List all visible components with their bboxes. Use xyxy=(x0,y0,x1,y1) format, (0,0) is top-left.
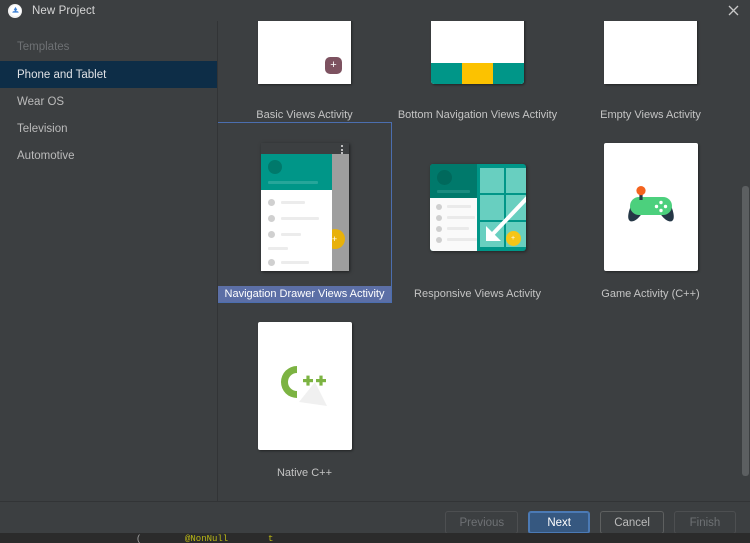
template-tile-label: Bottom Navigation Views Activity xyxy=(397,109,558,121)
bottom-navigation-thumbnail-art xyxy=(431,21,524,84)
template-row: Native C++ xyxy=(218,302,750,481)
template-tile-basic-views-activity[interactable]: + Basic Views Activity xyxy=(218,21,391,123)
template-grid-pane: + Basic Views Activity Bottom Navigation… xyxy=(218,21,750,501)
list-item xyxy=(435,225,477,232)
avatar xyxy=(436,169,452,185)
template-thumbnail: + xyxy=(257,137,353,277)
list-item xyxy=(267,259,332,266)
native-cpp-thumbnail-art xyxy=(257,322,352,450)
overflow-menu-icon xyxy=(340,145,343,154)
avatar xyxy=(267,160,282,174)
code-fragment: t xyxy=(268,534,274,543)
close-icon[interactable] xyxy=(716,0,750,21)
template-tile-label: Empty Views Activity xyxy=(600,109,701,121)
list-item xyxy=(267,231,332,238)
list-item xyxy=(435,203,477,210)
drawer-list xyxy=(429,197,477,251)
templates-sidebar: Templates Phone and Tablet Wear OS Telev… xyxy=(0,21,218,501)
drawer-header xyxy=(260,154,332,190)
sidebar-item-automotive[interactable]: Automotive xyxy=(0,142,217,169)
template-tile-label: Game Activity (C++) xyxy=(601,288,700,300)
template-tile-native-cpp[interactable]: Native C++ xyxy=(218,302,391,481)
sidebar-item-label: Wear OS xyxy=(17,95,65,108)
status-bar xyxy=(260,143,349,154)
template-thumbnail: + xyxy=(429,137,526,277)
template-row: + Basic Views Activity Bottom Navigation… xyxy=(218,21,750,123)
sidebar-item-television[interactable]: Television xyxy=(0,115,217,142)
template-thumbnail: + xyxy=(257,21,353,98)
vertical-scrollbar[interactable] xyxy=(741,21,750,501)
fab-icon: + xyxy=(325,56,342,74)
drawer-header-line xyxy=(267,181,318,184)
list-item xyxy=(435,236,477,243)
game-activity-thumbnail-art xyxy=(603,143,698,271)
template-tile-label: Native C++ xyxy=(276,467,333,479)
template-tile-label: Responsive Views Activity xyxy=(414,288,541,300)
sidebar-item-label: Templates xyxy=(17,41,70,53)
fab-glyph: + xyxy=(510,234,516,242)
list-divider xyxy=(267,247,288,250)
dialog-title-bar: New Project xyxy=(0,0,750,21)
scrollbar-thumb[interactable] xyxy=(742,186,749,476)
template-tile-bottom-navigation-views-activity[interactable]: Bottom Navigation Views Activity xyxy=(391,21,564,123)
drawer-panel xyxy=(260,154,332,271)
fab-glyph: + xyxy=(330,58,337,71)
sidebar-item-phone-and-tablet[interactable]: Phone and Tablet xyxy=(0,61,217,88)
template-thumbnail xyxy=(430,21,526,98)
dialog-title: New Project xyxy=(32,4,96,17)
drawer-header-line xyxy=(436,189,470,193)
drawer-list xyxy=(261,190,332,266)
background-editor-sliver: ( @NonNull t xyxy=(0,533,750,543)
template-tile-responsive-views-activity[interactable]: + Responsive Views Activity xyxy=(391,123,564,302)
template-tile-empty-views-activity[interactable]: Empty Views Activity xyxy=(564,21,737,123)
empty-views-thumbnail-art xyxy=(604,21,697,84)
sidebar-item-wear-os[interactable]: Wear OS xyxy=(0,88,217,115)
sidebar-item-label: Automotive xyxy=(17,149,75,162)
template-tile-navigation-drawer-views-activity[interactable]: + Navigation Drawer Views Activity xyxy=(218,122,392,303)
template-thumbnail xyxy=(603,21,699,98)
template-tile-game-activity-cpp[interactable]: Game Activity (C++) xyxy=(564,123,737,302)
template-tile-label: Navigation Drawer Views Activity xyxy=(218,286,391,302)
next-button[interactable]: Next xyxy=(528,511,591,534)
dialog-body: Templates Phone and Tablet Wear OS Telev… xyxy=(0,21,750,501)
finish-button[interactable]: Finish xyxy=(674,511,736,534)
cancel-button[interactable]: Cancel xyxy=(600,511,664,534)
new-project-dialog: New Project Templates Phone and Tablet W… xyxy=(0,0,750,543)
basic-views-thumbnail-art: + xyxy=(258,21,351,84)
template-thumbnail xyxy=(257,316,353,456)
game-controller-icon xyxy=(627,186,674,222)
sidebar-item-label: Television xyxy=(17,122,68,135)
fab-glyph: + xyxy=(331,233,338,244)
sidebar-item-templates: Templates xyxy=(0,33,217,61)
list-item xyxy=(267,199,332,206)
list-item xyxy=(267,215,332,222)
cpp-logo-icon xyxy=(280,366,327,406)
template-thumbnail xyxy=(603,137,699,277)
code-fragment: @NonNull xyxy=(185,534,229,543)
fab-icon: + xyxy=(505,230,521,246)
responsive-views-thumbnail-art: + xyxy=(429,163,526,251)
bottom-nav-bar xyxy=(431,62,524,84)
previous-button[interactable]: Previous xyxy=(445,511,519,534)
template-row: + Navigation Drawer Views Activity + Res… xyxy=(218,122,750,303)
drawer-panel xyxy=(429,163,477,251)
android-studio-icon xyxy=(8,3,22,18)
drawer-header xyxy=(429,163,477,198)
code-fragment: ( xyxy=(136,534,142,543)
template-tile-label: Basic Views Activity xyxy=(256,109,353,121)
sidebar-item-label: Phone and Tablet xyxy=(17,68,107,81)
navigation-drawer-thumbnail-art: + xyxy=(260,143,349,271)
list-item xyxy=(435,214,477,221)
